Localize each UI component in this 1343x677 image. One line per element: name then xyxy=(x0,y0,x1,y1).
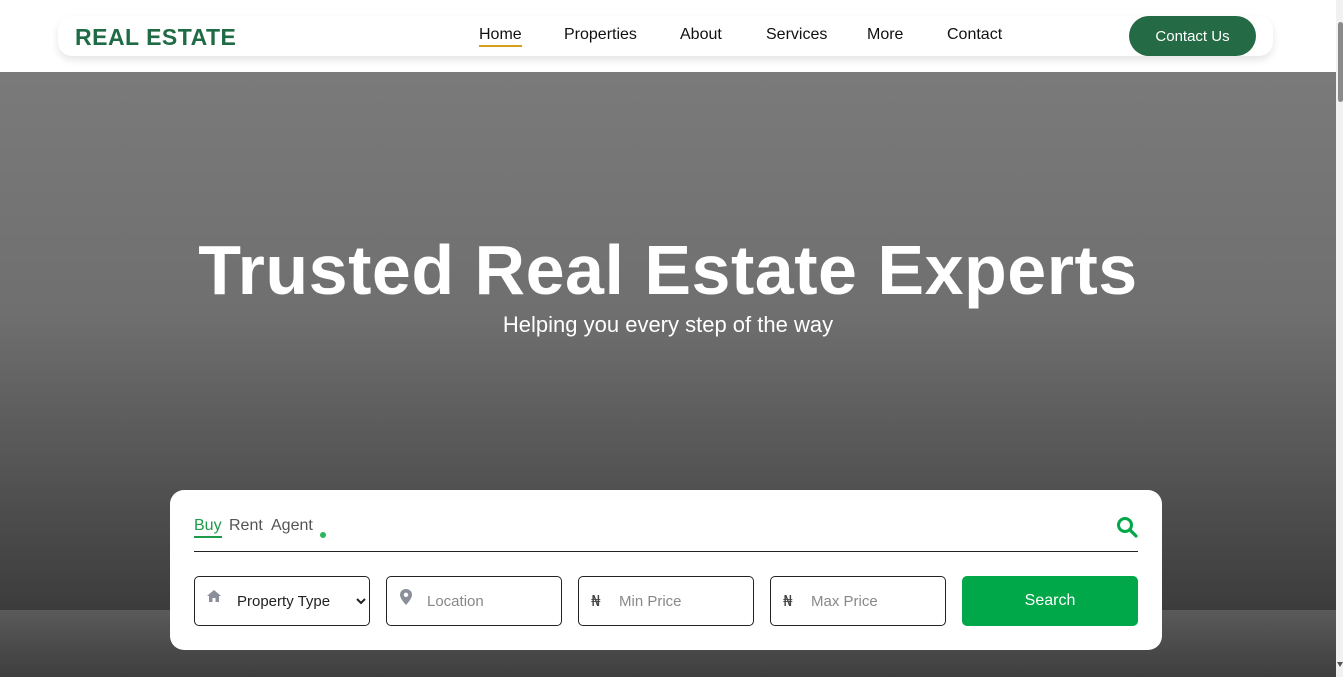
tab-agent[interactable]: Agent xyxy=(271,517,313,535)
map-pin-icon xyxy=(398,588,414,605)
tab-rent[interactable]: Rent xyxy=(229,517,263,535)
nav-services[interactable]: Services xyxy=(766,26,827,44)
home-icon xyxy=(206,588,222,604)
site-logo[interactable]: REAL ESTATE xyxy=(75,24,236,51)
search-button[interactable]: Search xyxy=(962,576,1138,626)
min-price-input[interactable] xyxy=(619,577,749,625)
min-price-field: ₦ xyxy=(578,576,754,626)
naira-icon: ₦ xyxy=(591,592,601,610)
tab-buy[interactable]: Buy xyxy=(194,517,222,538)
hero-title: Trusted Real Estate Experts xyxy=(198,231,1138,309)
property-type-select[interactable]: Property Type xyxy=(233,577,369,625)
naira-icon: ₦ xyxy=(783,592,793,610)
contact-us-button[interactable]: Contact Us xyxy=(1129,16,1256,56)
nav-more[interactable]: More xyxy=(867,26,903,44)
nav-properties[interactable]: Properties xyxy=(564,26,637,44)
navbar xyxy=(58,16,1273,56)
scroll-down-arrow-icon[interactable] xyxy=(1337,662,1343,667)
hero-subtitle: Helping you every step of the way xyxy=(502,312,834,337)
location-field xyxy=(386,576,562,626)
location-input[interactable] xyxy=(427,577,557,625)
scrollbar-thumb[interactable] xyxy=(1338,22,1343,102)
property-type-field: Property Type xyxy=(194,576,370,626)
max-price-input[interactable] xyxy=(811,577,941,625)
tab-indicator-dot xyxy=(320,532,326,538)
nav-contact[interactable]: Contact xyxy=(947,26,1002,44)
tabs-divider xyxy=(194,551,1138,552)
search-panel: Buy Rent Agent Property Type Location ₦ … xyxy=(170,490,1162,650)
nav-home[interactable]: Home xyxy=(479,26,522,47)
nav-about[interactable]: About xyxy=(680,26,722,44)
max-price-field: ₦ xyxy=(770,576,946,626)
search-icon[interactable] xyxy=(1116,516,1138,538)
